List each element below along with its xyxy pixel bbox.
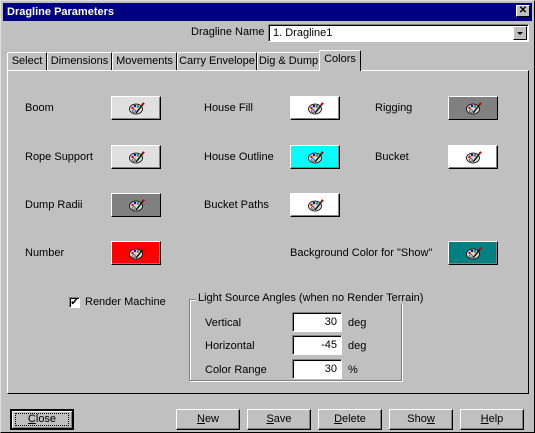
light-source-caption: Light Source Angles (when no Render Terr…: [196, 292, 426, 304]
show-button-label: Show: [407, 413, 435, 425]
background-show-label: Background Color for "Show": [290, 247, 433, 259]
tab-select-label: Select: [11, 55, 43, 67]
close-button[interactable]: Close: [10, 409, 74, 430]
vertical-label: Vertical: [205, 317, 242, 329]
render-machine-label: Render Machine: [85, 296, 166, 308]
new-button-label: New: [196, 413, 219, 425]
dragline-parameters-window: Dragline Parameters ✕ Dragline Name 1. D…: [0, 0, 535, 433]
tab-movements[interactable]: Movements: [112, 52, 177, 70]
vertical-unit: deg: [348, 317, 367, 329]
background-show-color-button[interactable]: [448, 241, 498, 265]
tab-carry-envelope-label: Carry Envelope: [179, 55, 255, 67]
tab-carry-envelope[interactable]: Carry Envelope: [177, 52, 257, 70]
bucket-label: Bucket: [375, 151, 409, 163]
tab-dimensions-label: Dimensions: [50, 55, 109, 67]
window-title: Dragline Parameters: [7, 6, 114, 18]
tab-dimensions[interactable]: Dimensions: [47, 52, 112, 70]
house-fill-label: House Fill: [204, 102, 253, 114]
color-range-input[interactable]: 30: [292, 359, 342, 379]
boom-color-button[interactable]: [111, 96, 161, 120]
chevron-down-icon: [517, 32, 523, 35]
horizontal-label: Horizontal: [205, 340, 255, 352]
color-range-unit: %: [348, 364, 358, 376]
bucket-color-button[interactable]: [448, 145, 498, 169]
boom-label: Boom: [25, 102, 54, 114]
help-button[interactable]: Help: [460, 409, 524, 430]
help-button-label: Help: [480, 413, 504, 425]
number-label: Number: [25, 247, 65, 259]
vertical-input[interactable]: 30: [292, 312, 342, 332]
tab-colors-label: Colors: [324, 53, 356, 65]
show-button[interactable]: Show: [389, 409, 453, 430]
tab-colors[interactable]: Colors: [319, 50, 361, 71]
tab-movements-label: Movements: [116, 55, 173, 67]
new-button[interactable]: New: [176, 409, 240, 430]
rope-support-color-button[interactable]: [111, 145, 161, 169]
render-machine-checkbox[interactable]: ✔: [69, 297, 80, 308]
dropdown-arrow-button[interactable]: [513, 26, 527, 40]
number-color-button[interactable]: [111, 241, 161, 265]
dragline-name-label: Dragline Name: [191, 26, 265, 38]
color-range-label: Color Range: [205, 364, 267, 376]
close-icon: ✕: [518, 5, 528, 16]
save-button[interactable]: Save: [247, 409, 311, 430]
focus-rect: [15, 413, 69, 426]
tab-dig-dump[interactable]: Dig & Dump: [257, 52, 320, 70]
delete-button-label: Delete: [334, 413, 366, 425]
save-button-label: Save: [266, 413, 292, 425]
house-fill-color-button[interactable]: [290, 96, 340, 120]
tab-select[interactable]: Select: [7, 52, 47, 70]
dragline-name-select[interactable]: 1. Dragline1: [268, 24, 529, 42]
tab-dig-dump-label: Dig & Dump: [258, 55, 319, 67]
bucket-paths-color-button[interactable]: [290, 193, 340, 217]
rigging-color-button[interactable]: [448, 96, 498, 120]
title-bar[interactable]: Dragline Parameters ✕: [3, 3, 532, 21]
house-outline-label: House Outline: [204, 151, 274, 163]
bucket-paths-label: Bucket Paths: [204, 199, 269, 211]
horizontal-unit: deg: [348, 340, 367, 352]
close-window-button[interactable]: ✕: [516, 5, 530, 17]
dump-radii-color-button[interactable]: [111, 193, 161, 217]
rope-support-label: Rope Support: [25, 151, 93, 163]
dump-radii-label: Dump Radii: [25, 199, 83, 211]
horizontal-input[interactable]: -45: [292, 335, 342, 355]
delete-button[interactable]: Delete: [318, 409, 382, 430]
house-outline-color-button[interactable]: [290, 145, 340, 169]
checkmark-icon: ✔: [70, 297, 79, 308]
rigging-label: Rigging: [375, 102, 413, 114]
dragline-name-value: 1. Dragline1: [273, 27, 333, 39]
